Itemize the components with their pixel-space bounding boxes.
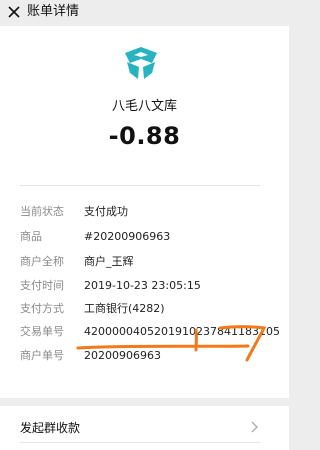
detail-label: 支付时间 [20, 279, 64, 292]
detail-value[interactable]: 4200000405201910237841183105 [84, 324, 280, 340]
detail-row-merchant-order: 商户单号 20200906963 [0, 348, 289, 372]
amount: -0.88 [108, 122, 181, 150]
merchant-logo-icon [122, 45, 160, 83]
detail-label: 当前状态 [20, 205, 64, 218]
detail-row-time: 支付时间 2019-10-23 23:05:15 [0, 278, 289, 302]
page-title: 账单详情 [27, 4, 80, 19]
merchant-name: 八毛八文库 [111, 99, 177, 114]
detail-row-product: 商品 #20200906963 [0, 229, 289, 253]
detail-label: 支付方式 [20, 302, 64, 315]
detail-value: 2019-10-23 23:05:15 [84, 279, 201, 292]
chevron-right-icon [250, 419, 260, 435]
detail-value: #20200906963 [84, 230, 171, 243]
detail-value: 支付成功 [84, 205, 128, 218]
detail-row-merchant: 商户全称 商户_王辉 [0, 254, 289, 278]
divider [20, 185, 260, 186]
detail-value: 商户_王辉 [84, 255, 134, 268]
detail-value[interactable]: 20200906963 [84, 348, 161, 364]
detail-row-payment-method: 支付方式 工商银行(4282) [0, 301, 289, 325]
detail-row-transaction-id: 交易单号 4200000405201910237841183105 [0, 324, 289, 348]
detail-row-status: 当前状态 支付成功 [0, 204, 289, 228]
top-bar: 账单详情 [0, 0, 289, 26]
detail-label: 商户全称 [20, 255, 64, 268]
detail-label: 交易单号 [20, 325, 64, 338]
detail-label: 商品 [20, 230, 42, 243]
bill-card: 八毛八文库 -0.88 当前状态 支付成功 商品 #20200906963 商户… [0, 26, 289, 398]
group-collect-label: 发起群收款 [20, 421, 81, 435]
bottom-divider [20, 442, 260, 443]
detail-value: 工商银行(4282) [84, 302, 165, 315]
close-icon[interactable] [4, 2, 24, 22]
detail-label: 商户单号 [20, 349, 64, 362]
